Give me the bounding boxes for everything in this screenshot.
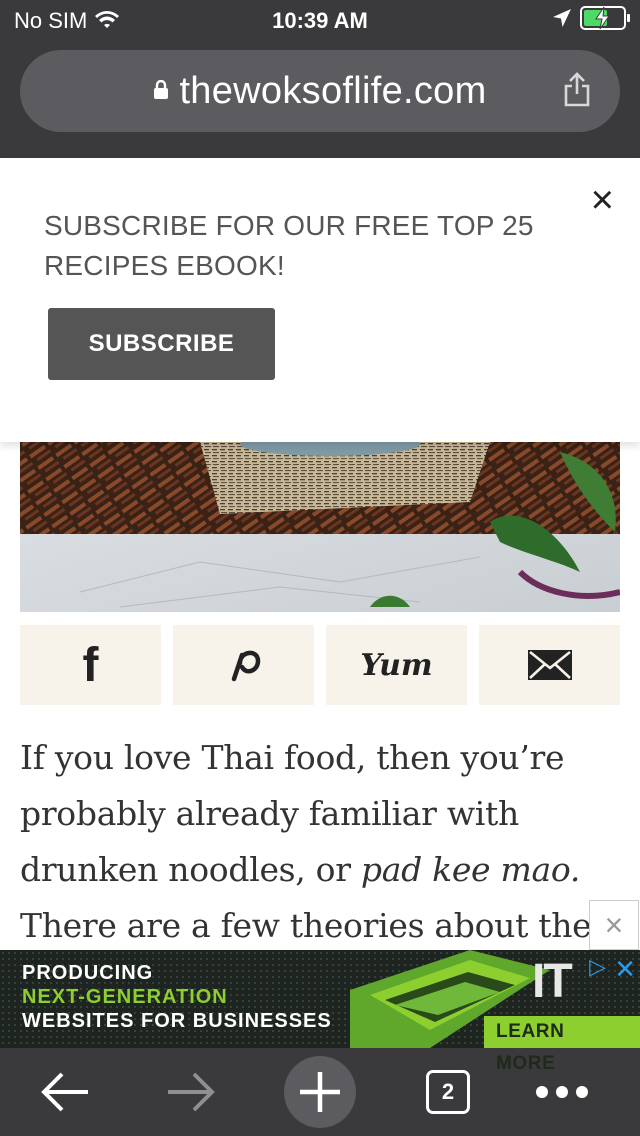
pinterest-share-button[interactable] xyxy=(173,625,314,705)
forward-button[interactable] xyxy=(146,1048,236,1136)
email-share-button[interactable] xyxy=(479,625,620,705)
ad-line-2: NEXT-GENERATION xyxy=(22,986,228,1008)
article-text-continued: There are a few theories about the xyxy=(20,906,592,945)
back-button[interactable] xyxy=(20,1048,110,1136)
battery-icon xyxy=(580,6,630,30)
recipe-photo xyxy=(20,442,620,612)
facebook-icon: f xyxy=(82,638,99,692)
subscribe-button[interactable]: SUBSCRIBE xyxy=(48,308,275,380)
learn-more-button[interactable]: LEARN MORE xyxy=(484,1016,640,1074)
ad-dismiss-icon[interactable]: ✕ xyxy=(614,954,636,985)
ad-close-button[interactable]: × xyxy=(589,900,639,950)
yummly-icon: Yum xyxy=(360,647,433,683)
envelope-icon xyxy=(527,650,572,680)
yummly-share-button[interactable]: Yum xyxy=(326,625,467,705)
url-text: thewoksoflife.com xyxy=(179,70,487,112)
subscribe-popup: × SUBSCRIBE FOR OUR FREE TOP 25 RECIPES … xyxy=(0,158,640,442)
pinterest-icon xyxy=(231,650,260,682)
recipe-photo-graphic xyxy=(20,442,620,612)
tabs-button[interactable]: 2 xyxy=(404,1048,492,1136)
tab-count: 2 xyxy=(426,1070,470,1114)
plus-icon xyxy=(300,1072,340,1112)
popup-message: SUBSCRIBE FOR OUR FREE TOP 25 RECIPES EB… xyxy=(44,210,534,281)
lock-icon xyxy=(154,79,169,99)
facebook-share-button[interactable]: f xyxy=(20,625,161,705)
charging-bolt-icon xyxy=(595,6,610,30)
status-bar: No SIM 10:39 AM xyxy=(0,0,640,42)
browser-chrome: No SIM 10:39 AM thewoksoflife.com xyxy=(0,0,640,158)
ad-line-3: WEBSITES FOR BUSINESSES xyxy=(22,1010,332,1032)
ad-logo: IT xyxy=(532,955,573,1008)
popup-close-button[interactable]: × xyxy=(591,180,614,220)
new-tab-button[interactable] xyxy=(284,1048,356,1136)
back-arrow-icon xyxy=(41,1072,88,1112)
forward-arrow-icon xyxy=(168,1072,215,1112)
location-arrow-icon xyxy=(553,9,571,27)
ad-line-1: PRODUCING xyxy=(22,962,154,984)
status-time: 10:39 AM xyxy=(272,8,368,33)
article-italic-text: pad kee mao. xyxy=(360,850,581,889)
address-bar[interactable]: thewoksoflife.com xyxy=(20,50,620,132)
share-icon[interactable] xyxy=(562,72,592,108)
article-paragraph: If you love Thai food, then you’re proba… xyxy=(20,730,610,954)
more-dots-icon xyxy=(536,1086,588,1098)
share-bar: f Yum xyxy=(20,625,620,705)
adchoices-icon[interactable]: ▷ xyxy=(589,954,606,980)
